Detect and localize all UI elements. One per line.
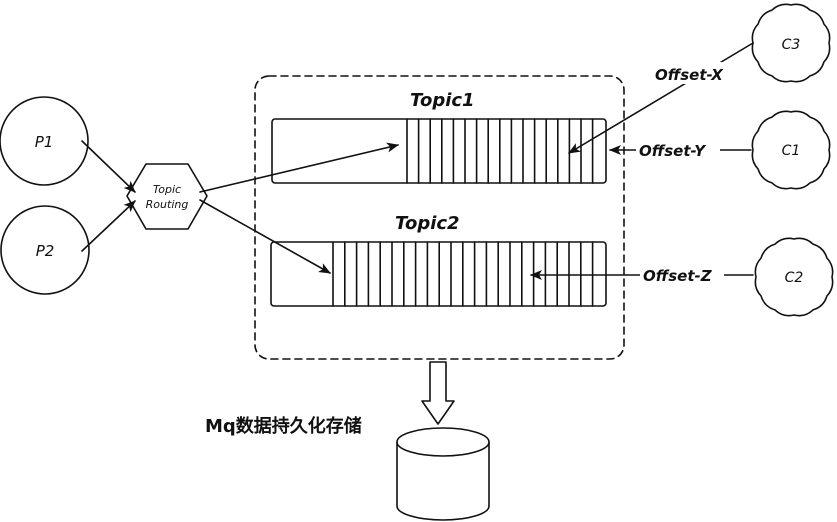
topic1-queue: [271, 118, 607, 184]
persist-down-arrow: [421, 361, 455, 425]
consumer-c3-label: C3: [782, 37, 801, 53]
arrow-router-to-topic2: [199, 199, 331, 274]
topic2-title: Topic2: [395, 213, 460, 234]
topic1-queue-body: [271, 118, 607, 184]
storage-cylinder-icon: [396, 427, 490, 521]
topic-routing-node[interactable]: Topic Routing: [126, 163, 208, 230]
consumer-c1-label: C1: [782, 143, 801, 159]
producer-p2[interactable]: P2: [0, 205, 90, 295]
consumer-c1[interactable]: C1: [751, 110, 831, 190]
offset-y-label: Offset-Y: [639, 142, 707, 160]
arrow-p2-to-router: [81, 200, 136, 252]
consumer-c2[interactable]: C2: [754, 237, 834, 317]
producer-p1[interactable]: P1: [0, 96, 89, 186]
producer-p1-label: P1: [35, 133, 54, 151]
topic1-title: Topic1: [410, 90, 475, 111]
arrow-c3-to-topic1: [568, 42, 754, 154]
topic-routing-label-line1: Topic: [153, 183, 181, 196]
topic-routing-label-line2: Routing: [146, 198, 189, 211]
consumer-c3[interactable]: C3: [751, 3, 831, 83]
offset-z-label: Offset-Z: [643, 267, 713, 285]
consumer-c2-label: C2: [785, 270, 804, 286]
producer-p2-label: P2: [36, 242, 55, 260]
offset-x-label: Offset-X: [655, 66, 724, 84]
topic-routing-hexagon: [126, 163, 208, 230]
storage-label: Mq数据持久化存储: [205, 415, 362, 437]
arrow-p1-to-router: [81, 140, 136, 193]
message-queue-diagram: Topic1 Topic2 P1 P2 Topic Routing C3 C1 …: [0, 3, 834, 521]
storage-cylinder-top: [396, 427, 490, 457]
topic2-queue: [270, 241, 607, 307]
